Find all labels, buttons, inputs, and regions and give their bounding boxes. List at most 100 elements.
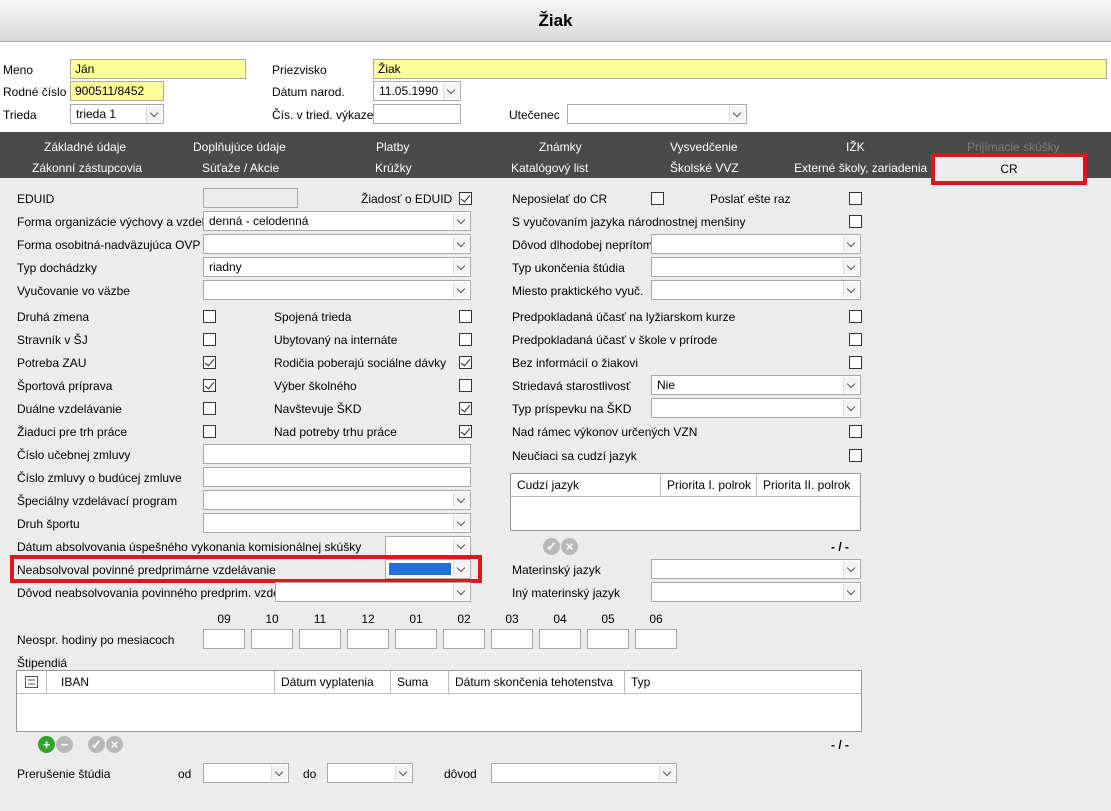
hours-input-04[interactable] bbox=[539, 629, 581, 649]
hours-input-03[interactable] bbox=[491, 629, 533, 649]
nad-potreby-checkbox[interactable] bbox=[459, 425, 472, 438]
trieda-select[interactable]: trieda 1 bbox=[70, 104, 164, 124]
potreba-zau-checkbox[interactable] bbox=[203, 356, 216, 369]
typ-ukoncenia-select[interactable] bbox=[651, 257, 861, 277]
specialny-select[interactable] bbox=[203, 490, 471, 510]
chevron-down-icon[interactable] bbox=[453, 538, 469, 554]
chevron-down-icon[interactable] bbox=[395, 765, 411, 781]
tab-zakonni-zastupcovia[interactable]: Zákonní zástupcovia bbox=[32, 161, 142, 175]
hours-input-02[interactable] bbox=[443, 629, 485, 649]
meno-input[interactable]: Ján bbox=[70, 59, 246, 79]
rodne-cislo-input[interactable]: 900511/8452 bbox=[70, 81, 164, 101]
utecenec-select[interactable] bbox=[567, 104, 747, 124]
druh-sportu-select[interactable] bbox=[203, 513, 471, 533]
cis-triedny-input[interactable] bbox=[373, 104, 461, 124]
tab-znamky[interactable]: Známky bbox=[539, 140, 582, 154]
ubytovany-checkbox[interactable] bbox=[459, 333, 472, 346]
tab-katalogovy-list[interactable]: Katalógový list bbox=[511, 161, 588, 175]
vyucovanie-vazbe-select[interactable] bbox=[203, 280, 471, 300]
ziadost-eduid-checkbox[interactable] bbox=[459, 192, 472, 205]
typ-prispevku-select[interactable] bbox=[651, 398, 861, 418]
hours-input-12[interactable] bbox=[347, 629, 389, 649]
chevron-down-icon[interactable] bbox=[453, 282, 469, 298]
chevron-down-icon[interactable] bbox=[843, 282, 859, 298]
hours-input-06[interactable] bbox=[635, 629, 677, 649]
ziaduci-checkbox[interactable] bbox=[203, 425, 216, 438]
datum-narod-picker[interactable]: 11.05.1990 bbox=[373, 81, 461, 101]
materinsky-select[interactable] bbox=[651, 559, 861, 579]
chevron-down-icon[interactable] bbox=[843, 377, 859, 393]
chevron-down-icon[interactable] bbox=[659, 765, 675, 781]
hours-input-10[interactable] bbox=[251, 629, 293, 649]
prerusenie-od-picker[interactable] bbox=[203, 763, 289, 783]
miesto-prakt-select[interactable] bbox=[651, 280, 861, 300]
hours-input-11[interactable] bbox=[299, 629, 341, 649]
chevron-down-icon[interactable] bbox=[453, 236, 469, 252]
col-suma[interactable]: Suma bbox=[391, 671, 449, 693]
rodicia-soc-checkbox[interactable] bbox=[459, 356, 472, 369]
poslat-este-checkbox[interactable] bbox=[849, 192, 862, 205]
chevron-down-icon[interactable] bbox=[453, 213, 469, 229]
chevron-down-icon[interactable] bbox=[453, 515, 469, 531]
col-iban[interactable]: IBAN bbox=[47, 671, 275, 693]
tab-doplnujuce-udaje[interactable]: Doplňujúce údaje bbox=[193, 140, 286, 154]
sportova-checkbox[interactable] bbox=[203, 379, 216, 392]
priezvisko-input[interactable]: Žiak bbox=[373, 59, 1107, 79]
navstevuje-skd-checkbox[interactable] bbox=[459, 402, 472, 415]
nad-ramec-checkbox[interactable] bbox=[849, 425, 862, 438]
col-datum-skoncenia[interactable]: Dátum skončenia tehotenstva bbox=[449, 671, 625, 693]
cislo-ucebnej-input[interactable] bbox=[203, 444, 471, 464]
spojena-trieda-checkbox[interactable] bbox=[459, 310, 472, 323]
tab-izk[interactable]: IŽK bbox=[846, 140, 865, 154]
confirm-icon[interactable] bbox=[543, 538, 560, 555]
neposielat-checkbox[interactable] bbox=[651, 192, 664, 205]
tab-kruzky[interactable]: Krúžky bbox=[375, 161, 412, 175]
datum-absolv-picker[interactable] bbox=[385, 536, 471, 556]
col-datum-vyplatenia[interactable]: Dátum vyplatenia bbox=[275, 671, 391, 693]
chevron-down-icon[interactable] bbox=[146, 106, 162, 122]
s-vyucovanim-checkbox[interactable] bbox=[849, 215, 862, 228]
iny-materinsky-select[interactable] bbox=[651, 582, 861, 602]
prerusenie-dovod-select[interactable] bbox=[491, 763, 677, 783]
skola-prirode-checkbox[interactable] bbox=[849, 333, 862, 346]
forma-org-select[interactable]: denná - celodenná bbox=[203, 211, 471, 231]
chevron-down-icon[interactable] bbox=[843, 400, 859, 416]
tab-externe-skoly[interactable]: Externé školy, zariadenia bbox=[794, 161, 927, 175]
col-priorita-2[interactable]: Priorita II. polrok bbox=[757, 474, 860, 496]
add-icon[interactable] bbox=[38, 736, 55, 753]
confirm-icon[interactable] bbox=[88, 736, 105, 753]
tab-zakladne-udaje[interactable]: Základné údaje bbox=[44, 140, 126, 154]
col-cudzi-jazyk[interactable]: Cudzí jazyk bbox=[511, 474, 661, 496]
chevron-down-icon[interactable] bbox=[843, 584, 859, 600]
cancel-icon[interactable] bbox=[561, 538, 578, 555]
tab-sutaze-akcie[interactable]: Súťaže / Akcie bbox=[202, 161, 279, 175]
chevron-down-icon[interactable] bbox=[843, 561, 859, 577]
remove-icon[interactable] bbox=[56, 736, 73, 753]
stipendia-grid[interactable]: IBAN Dátum vyplatenia Suma Dátum skončen… bbox=[16, 670, 862, 732]
col-priorita-1[interactable]: Priorita I. polrok bbox=[661, 474, 757, 496]
chevron-down-icon[interactable] bbox=[271, 765, 287, 781]
foreign-language-grid[interactable]: Cudzí jazyk Priorita I. polrok Priorita … bbox=[510, 473, 861, 531]
neuciaci-checkbox[interactable] bbox=[849, 449, 862, 462]
cancel-icon[interactable] bbox=[106, 736, 123, 753]
druha-zmena-checkbox[interactable] bbox=[203, 310, 216, 323]
tab-skolske-vvz[interactable]: Školské VVZ bbox=[670, 161, 739, 175]
vyber-skolneho-checkbox[interactable] bbox=[459, 379, 472, 392]
striedava-select[interactable]: Nie bbox=[651, 375, 861, 395]
stravnik-checkbox[interactable] bbox=[203, 333, 216, 346]
chevron-down-icon[interactable] bbox=[453, 259, 469, 275]
cislo-buducej-input[interactable] bbox=[203, 467, 471, 487]
col-typ[interactable]: Typ bbox=[625, 671, 861, 693]
chevron-down-icon[interactable] bbox=[843, 259, 859, 275]
forma-ovp-select[interactable] bbox=[203, 234, 471, 254]
chevron-down-icon[interactable] bbox=[729, 106, 745, 122]
dualne-checkbox[interactable] bbox=[203, 402, 216, 415]
lyziarsky-checkbox[interactable] bbox=[849, 310, 862, 323]
chevron-down-icon[interactable] bbox=[453, 584, 469, 600]
tab-platby[interactable]: Platby bbox=[376, 140, 409, 154]
hours-input-09[interactable] bbox=[203, 629, 245, 649]
chevron-down-icon[interactable] bbox=[453, 492, 469, 508]
prerusenie-do-picker[interactable] bbox=[327, 763, 413, 783]
chevron-down-icon[interactable] bbox=[843, 236, 859, 252]
bez-info-checkbox[interactable] bbox=[849, 356, 862, 369]
